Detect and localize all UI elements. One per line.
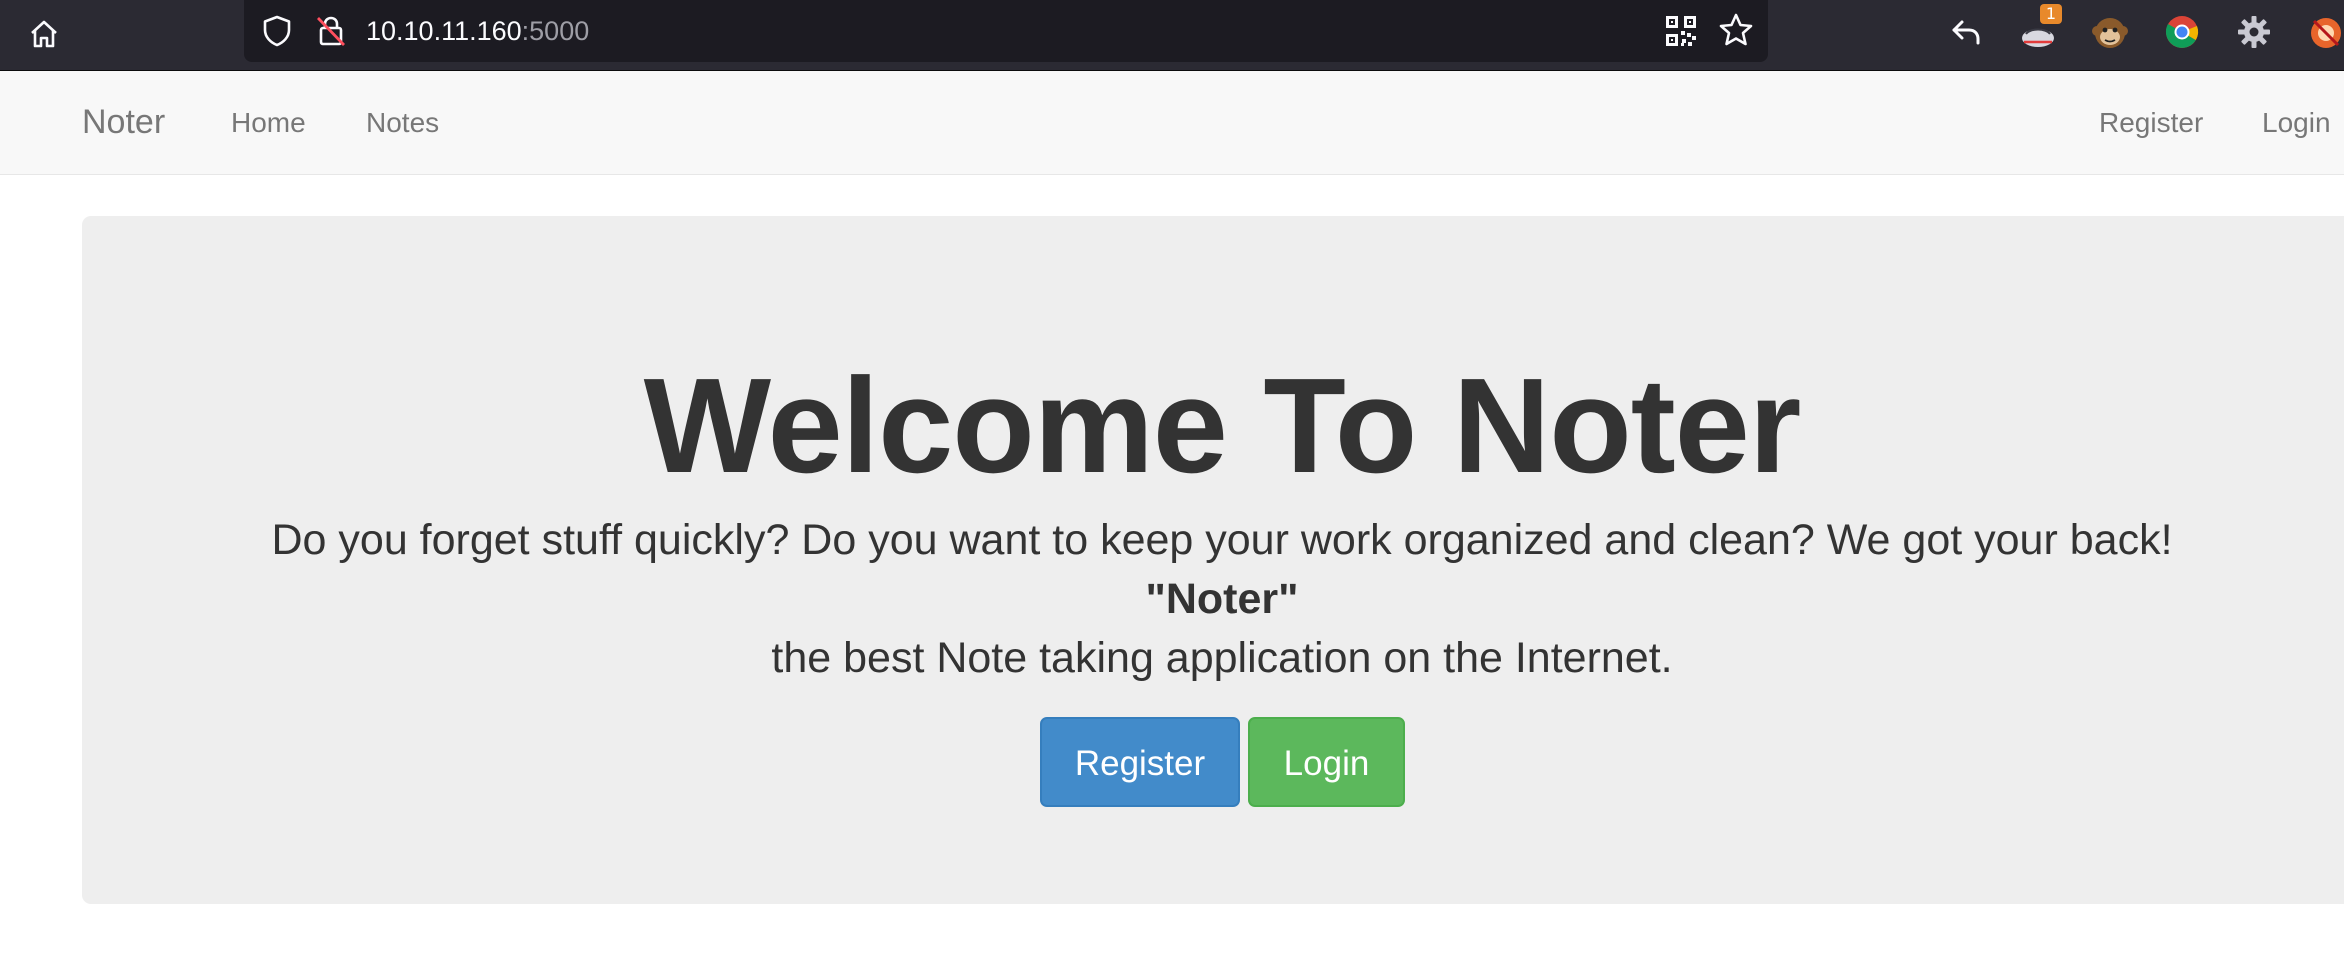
lock-insecure-icon[interactable] bbox=[314, 14, 348, 48]
monkey-extension-icon[interactable] bbox=[2090, 12, 2130, 52]
brand-link[interactable]: Noter bbox=[82, 103, 165, 142]
page-title: Welcome To Noter bbox=[643, 350, 1802, 501]
chrome-extension-icon[interactable] bbox=[2162, 12, 2202, 52]
url-text[interactable]: 10.10.11.160:5000 bbox=[366, 14, 589, 48]
shield-icon[interactable] bbox=[260, 14, 294, 48]
fox-extension-icon[interactable] bbox=[2304, 12, 2344, 52]
url-port: :5000 bbox=[521, 16, 590, 46]
jumbotron-content: Welcome To Noter Do you forget stuff qui… bbox=[82, 216, 2344, 904]
nav-home-link[interactable]: Home bbox=[231, 107, 306, 139]
site-navbar: Noter Home Notes Register Login bbox=[0, 71, 2344, 175]
extension-badge: 1 bbox=[2039, 4, 2062, 24]
app-name-text: "Noter" bbox=[1145, 575, 1299, 623]
nav-notes-link[interactable]: Notes bbox=[366, 107, 439, 139]
extension-icon[interactable]: 1 bbox=[2018, 4, 2062, 52]
back-arrow-icon[interactable] bbox=[1946, 12, 1986, 52]
register-button[interactable]: Register bbox=[1040, 717, 1240, 807]
bookmark-star-icon[interactable] bbox=[1718, 12, 1754, 48]
welcome-jumbotron: Welcome To Noter Do you forget stuff qui… bbox=[82, 216, 2344, 904]
tagline-text: Do you forget stuff quickly? Do you want… bbox=[271, 516, 2173, 564]
login-button[interactable]: Login bbox=[1248, 717, 1405, 807]
gear-icon[interactable] bbox=[2234, 12, 2274, 52]
qr-code-icon[interactable] bbox=[1664, 14, 1698, 48]
url-host: 10.10.11.160 bbox=[366, 16, 522, 46]
description-text: the best Note taking application on the … bbox=[771, 634, 1673, 682]
nav-register-link[interactable]: Register bbox=[2099, 107, 2203, 139]
home-icon[interactable] bbox=[22, 12, 66, 56]
nav-login-link[interactable]: Login bbox=[2262, 107, 2331, 139]
address-bar[interactable]: 10.10.11.160:5000 bbox=[244, 0, 1768, 62]
browser-toolbar: 10.10.11.160:5000 1 bbox=[0, 0, 2344, 71]
